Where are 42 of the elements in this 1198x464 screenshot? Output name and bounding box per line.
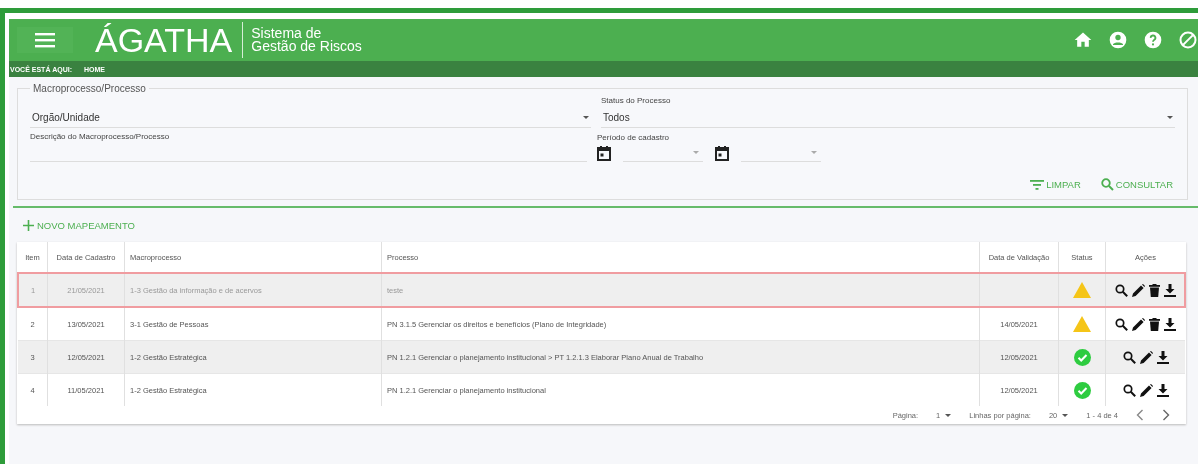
panel-legend: Macroprocesso/Processo [30,83,149,94]
field-label: Período de cadastro [597,133,671,142]
help-icon[interactable] [1143,30,1163,50]
filter-icon [1030,178,1045,191]
app-subtitle: Gestão de Riscos [251,40,362,53]
download-icon[interactable] [1156,350,1169,364]
menu-icon [35,32,55,48]
calendar-icon[interactable] [597,145,611,161]
caret-icon [693,151,699,154]
pencil-icon[interactable] [1131,283,1145,297]
search-icon[interactable] [1114,283,1128,297]
pencil-icon[interactable] [1132,317,1145,331]
trash-icon[interactable] [1148,283,1160,297]
menu-button[interactable] [17,27,73,53]
download-icon[interactable] [1156,383,1169,397]
caret-icon [583,115,589,119]
home-icon[interactable] [1073,30,1093,50]
search-icon[interactable] [1115,317,1128,331]
calendar-icon[interactable] [715,145,729,161]
search-icon[interactable] [1122,350,1136,364]
download-icon[interactable] [1164,317,1176,331]
orgao-select[interactable]: Orgão/Unidade [30,107,591,128]
pencil-icon[interactable] [1139,350,1153,364]
plus-icon [23,220,34,231]
trash-icon[interactable] [1149,317,1160,331]
field-label: Descrição do Macroprocesso/Processo [30,132,171,141]
logo: ÁGATHA [95,22,244,58]
previous-page-icon[interactable] [1136,409,1144,421]
status-select[interactable]: Todos [601,107,1175,128]
pencil-icon[interactable] [1139,383,1153,397]
search-icon[interactable] [1122,383,1136,397]
search-icon [1100,178,1114,191]
account-icon[interactable] [1108,30,1128,50]
field-label: Status do Processo [601,96,672,105]
next-page-icon[interactable] [1162,409,1170,421]
caret-icon [1062,413,1069,417]
caret-icon [945,413,952,417]
caret-icon [1167,115,1173,119]
caret-icon [811,151,817,154]
block-icon[interactable] [1178,30,1198,50]
app-subtitle: Sistema de [251,27,322,40]
download-icon[interactable] [1163,283,1176,297]
